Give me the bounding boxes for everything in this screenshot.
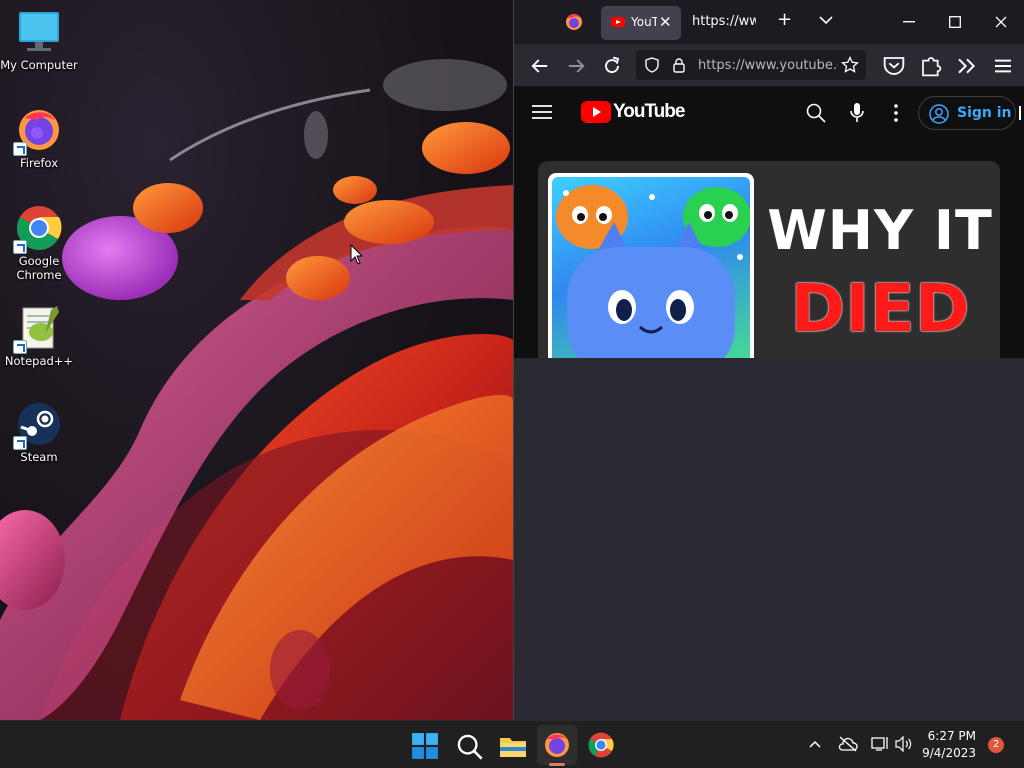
forward-arrow-icon[interactable] bbox=[564, 54, 588, 78]
overflow-chevrons-icon[interactable] bbox=[955, 54, 979, 78]
youtube-feed: WHY IT DIED bbox=[514, 140, 1024, 358]
account-circle-icon bbox=[929, 104, 949, 124]
chrome-icon[interactable] bbox=[587, 731, 615, 759]
desktop-icon-label: Firefox bbox=[19, 156, 59, 170]
youtube-logo-text: YouTube bbox=[613, 101, 685, 122]
mouse-cursor-icon bbox=[350, 244, 364, 265]
close-window-icon[interactable] bbox=[995, 16, 1007, 28]
shortcut-arrow-icon bbox=[13, 340, 27, 354]
maximize-icon[interactable] bbox=[949, 16, 961, 28]
desktop-icon-firefox[interactable]: Firefox bbox=[0, 106, 78, 170]
app-menu-icon[interactable] bbox=[991, 54, 1015, 78]
desktop-icon-label: Steam bbox=[20, 450, 58, 464]
browser-window: YouTube ✕ https://www. + bbox=[513, 0, 1024, 720]
list-all-tabs-chevron-icon[interactable] bbox=[819, 15, 833, 25]
lock-icon[interactable] bbox=[672, 57, 686, 73]
tab-close-icon[interactable]: ✕ bbox=[659, 13, 672, 31]
youtube-favicon bbox=[611, 17, 625, 27]
browser-tabstrip: YouTube ✕ https://www. + bbox=[514, 0, 1024, 44]
firefox-icon bbox=[13, 106, 63, 156]
clock-time[interactable]: 6:27 PM bbox=[920, 729, 976, 743]
active-app-indicator bbox=[549, 763, 565, 766]
chrome-icon bbox=[13, 204, 63, 254]
hamburger-menu-icon[interactable] bbox=[532, 104, 552, 120]
shortcut-arrow-icon bbox=[13, 436, 27, 450]
thumbnail-title-line1: WHY IT bbox=[767, 199, 993, 262]
scroll-indicator bbox=[1019, 106, 1021, 120]
url-text: https://www.youtube.com bbox=[698, 58, 838, 73]
volume-icon[interactable] bbox=[895, 736, 913, 752]
search-icon[interactable] bbox=[456, 733, 484, 761]
firefox-icon[interactable] bbox=[543, 731, 571, 759]
notepadpp-icon bbox=[13, 304, 63, 354]
minimize-icon[interactable] bbox=[903, 21, 915, 23]
taskbar: 6:27 PM 9/4/2023 2 bbox=[0, 720, 1024, 768]
sign-in-label: Sign in bbox=[957, 105, 1012, 121]
tab-youtube[interactable]: YouTube ✕ bbox=[601, 6, 681, 40]
desktop-icon-notepadpp[interactable]: Notepad++ bbox=[0, 304, 78, 368]
steam-icon bbox=[13, 400, 63, 450]
firefox-view-icon[interactable] bbox=[564, 12, 584, 32]
shortcut-arrow-icon bbox=[13, 142, 27, 156]
sign-in-button[interactable]: Sign in bbox=[918, 96, 1016, 130]
desktop-icon-label: Google Chrome bbox=[16, 254, 62, 282]
thumbnail-game-art bbox=[548, 173, 754, 358]
bookmark-star-icon[interactable] bbox=[841, 56, 859, 74]
reload-icon[interactable] bbox=[600, 54, 624, 78]
monitor-icon bbox=[15, 8, 63, 56]
thumbnail-title-line2: DIED bbox=[790, 270, 970, 347]
shortcut-arrow-icon bbox=[13, 240, 27, 254]
extensions-puzzle-icon[interactable] bbox=[919, 54, 943, 78]
youtube-header: YouTube Sign in bbox=[514, 86, 1024, 140]
search-icon[interactable] bbox=[806, 103, 826, 123]
back-arrow-icon[interactable] bbox=[528, 54, 552, 78]
youtube-play-logo-icon bbox=[581, 101, 611, 123]
video-thumbnail[interactable]: WHY IT DIED bbox=[538, 161, 1000, 358]
windows-start-icon[interactable] bbox=[411, 732, 439, 760]
more-options-icon[interactable] bbox=[894, 104, 898, 122]
desktop-icon-label: Notepad++ bbox=[4, 354, 74, 368]
pocket-icon[interactable] bbox=[882, 54, 906, 78]
tab-label: YouTube bbox=[631, 15, 657, 29]
page-empty-area bbox=[514, 358, 1024, 720]
tab-second[interactable]: https://www. bbox=[692, 14, 756, 29]
desktop-icon-steam[interactable]: Steam bbox=[0, 400, 78, 464]
microphone-icon[interactable] bbox=[849, 102, 865, 124]
shield-icon[interactable] bbox=[644, 57, 660, 73]
file-explorer-icon[interactable] bbox=[499, 732, 527, 760]
desktop-icon-google-chrome[interactable]: Google Chrome bbox=[0, 204, 78, 282]
address-bar[interactable]: https://www.youtube.com bbox=[636, 50, 866, 80]
onedrive-offline-icon[interactable] bbox=[838, 736, 858, 752]
desktop-icon-label: My Computer bbox=[0, 58, 78, 72]
show-hidden-icons-chevron-icon[interactable] bbox=[809, 740, 821, 748]
desktop-icon-my-computer[interactable]: My Computer bbox=[0, 8, 78, 72]
browser-navbar: https://www.youtube.com bbox=[514, 44, 1024, 86]
notification-badge[interactable]: 2 bbox=[988, 737, 1004, 753]
new-tab-icon[interactable]: + bbox=[777, 9, 792, 30]
network-icon[interactable] bbox=[871, 736, 889, 752]
clock-date[interactable]: 9/4/2023 bbox=[914, 746, 976, 760]
